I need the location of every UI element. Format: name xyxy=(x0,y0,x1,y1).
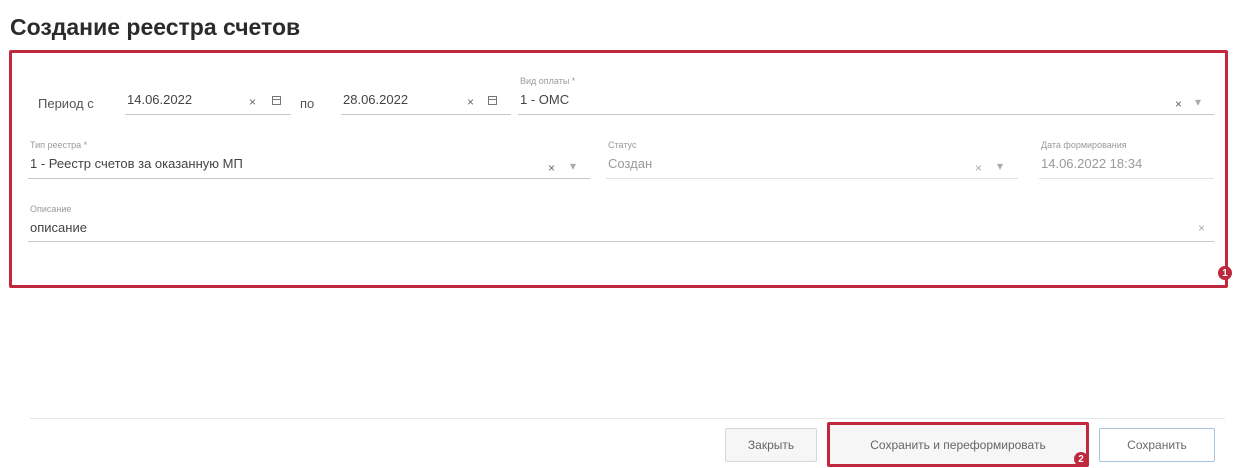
registry-type-clear-icon[interactable]: × xyxy=(548,162,555,174)
period-to-input[interactable]: 28.06.2022 xyxy=(343,92,408,107)
period-to-underline xyxy=(341,114,511,115)
description-clear-icon[interactable]: × xyxy=(1198,222,1205,234)
payment-type-select[interactable]: 1 - ОМС xyxy=(520,92,569,107)
period-from-clear-icon[interactable]: × xyxy=(249,96,256,108)
status-label: Статус xyxy=(608,140,637,150)
status-underline xyxy=(606,178,1018,179)
footer-divider xyxy=(30,418,1225,419)
payment-type-label: Вид оплаты * xyxy=(520,76,576,86)
formation-date-field: 14.06.2022 18:34 xyxy=(1041,156,1143,171)
page-title: Создание реестра счетов xyxy=(10,14,301,40)
formation-date-label: Дата формирования xyxy=(1041,140,1127,150)
period-to-calendar-icon[interactable] xyxy=(488,96,497,105)
description-input[interactable]: описание xyxy=(30,220,87,235)
save-button[interactable]: Сохранить xyxy=(1099,428,1215,462)
period-from-label: Период с xyxy=(38,96,94,111)
registry-type-chevron-down-icon[interactable]: ▾ xyxy=(570,160,576,172)
annotation-marker-1: 1 xyxy=(1218,266,1232,280)
formation-date-underline xyxy=(1039,178,1214,179)
status-clear-icon: × xyxy=(975,161,983,175)
annotation-marker-2: 2 xyxy=(1074,452,1088,466)
registry-type-select[interactable]: 1 - Реестр счетов за оказанную МП xyxy=(30,156,243,171)
description-label: Описание xyxy=(30,204,72,214)
payment-type-clear-icon[interactable]: × xyxy=(1175,98,1182,110)
period-from-underline xyxy=(125,114,291,115)
period-to-label: по xyxy=(300,96,315,111)
period-to-clear-icon[interactable]: × xyxy=(467,96,474,108)
registry-type-underline xyxy=(28,178,590,179)
period-from-input[interactable]: 14.06.2022 xyxy=(127,92,192,107)
payment-type-underline xyxy=(518,114,1214,115)
payment-type-chevron-down-icon[interactable]: ▾ xyxy=(1195,96,1201,108)
save-and-reform-button[interactable]: Сохранить и переформировать xyxy=(827,422,1089,467)
registry-type-label: Тип реестра * xyxy=(30,140,88,150)
status-chevron-down-icon: ▾ xyxy=(997,159,1004,173)
description-underline xyxy=(28,241,1214,242)
period-from-calendar-icon[interactable] xyxy=(272,96,281,105)
close-button[interactable]: Закрыть xyxy=(725,428,817,462)
status-select: Создан xyxy=(608,156,653,171)
